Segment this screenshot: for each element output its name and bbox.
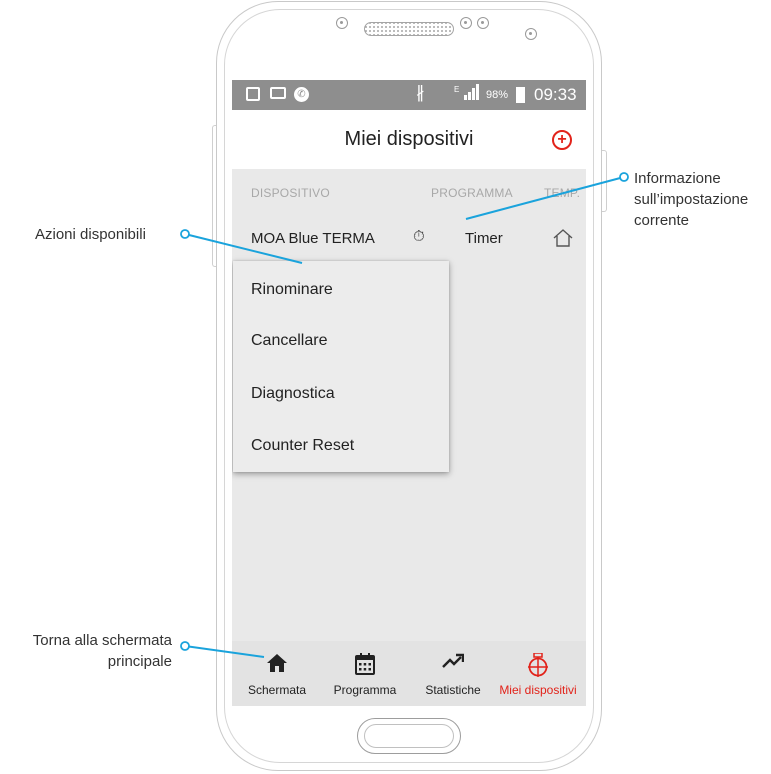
svg-text:E: E <box>454 85 459 94</box>
nav-label: Statistiche <box>425 683 481 697</box>
clock: 09:33 <box>534 85 577 104</box>
status-bar: ✆ ∦ E 98% 09:33 <box>232 80 586 110</box>
speaker-grille <box>364 22 454 36</box>
annotation-actions: Azioni disponibili <box>35 226 146 243</box>
menu-item-counter-reset[interactable]: Counter Reset <box>251 437 354 455</box>
callout-dot <box>180 229 190 239</box>
home-icon[interactable] <box>552 228 574 253</box>
sensor-icon <box>477 17 489 29</box>
column-header-program: PROGRAMMA <box>431 186 513 200</box>
menu-item-rename[interactable]: Rinominare <box>251 281 333 299</box>
menu-item-diagnostics[interactable]: Diagnostica <box>251 385 335 403</box>
sensor-icon <box>460 17 472 29</box>
sensor-icon <box>336 17 348 29</box>
nav-program[interactable]: Programma <box>328 641 402 706</box>
annotation-info-line: corrente <box>634 212 690 229</box>
home-hardware-button[interactable] <box>357 718 461 754</box>
battery-percent: 98% <box>486 89 509 101</box>
column-header-temp: TEMP. <box>544 186 581 200</box>
annotation-info: Informazione sull’impostazione corrente <box>634 168 748 231</box>
battery-icon <box>516 87 525 103</box>
nav-statistics[interactable]: Statistiche <box>418 641 488 706</box>
annotation-home: Torna alla schermata principale <box>7 630 172 672</box>
callout-dot <box>180 641 190 651</box>
app-screen: ✆ ∦ E 98% 09:33 Miei dispositivi + DISPO… <box>232 80 586 706</box>
nav-label: Miei dispositivi <box>499 683 577 697</box>
device-program[interactable]: Timer <box>465 230 503 247</box>
page-title: Miei dispositivi <box>344 128 474 150</box>
timer-icon: ⏱ <box>413 228 425 245</box>
nav-label: Programma <box>333 683 397 697</box>
device-name[interactable]: MOA Blue TERMA <box>251 230 375 247</box>
app-header: Miei dispositivi + <box>232 110 586 169</box>
nav-label: Schermata <box>247 683 307 697</box>
phone-icon: ✆ <box>294 87 309 102</box>
bluetooth-icon: ∦ <box>416 83 425 102</box>
home-icon <box>266 653 288 678</box>
gallery-icon <box>246 87 260 101</box>
annotation-info-line: sull’impostazione <box>634 191 749 208</box>
nav-my-devices[interactable]: Miei dispositivi <box>492 641 584 706</box>
column-header-device: DISPOSITIVO <box>251 186 330 200</box>
callout-dot <box>619 172 629 182</box>
trending-up-icon <box>442 653 465 674</box>
menu-item-delete[interactable]: Cancellare <box>251 332 327 350</box>
signal-icon: E <box>454 83 480 104</box>
calendar-icon <box>355 653 375 680</box>
nav-home[interactable]: Schermata <box>240 641 314 706</box>
bottom-navigation: Schermata Programma Statistiche Miei dis… <box>232 641 586 706</box>
annotation-info-line: Informazione <box>634 170 721 187</box>
plus-circle-icon: + <box>557 131 567 148</box>
devices-icon <box>527 652 549 682</box>
front-camera-icon <box>525 28 537 40</box>
add-device-button[interactable]: + <box>552 130 572 150</box>
actions-menu: Rinominare Cancellare Diagnostica Counte… <box>233 261 449 472</box>
mail-icon <box>270 87 286 99</box>
annotation-home-line: Torna alla schermata <box>32 632 172 649</box>
annotation-home-line: principale <box>107 653 172 670</box>
